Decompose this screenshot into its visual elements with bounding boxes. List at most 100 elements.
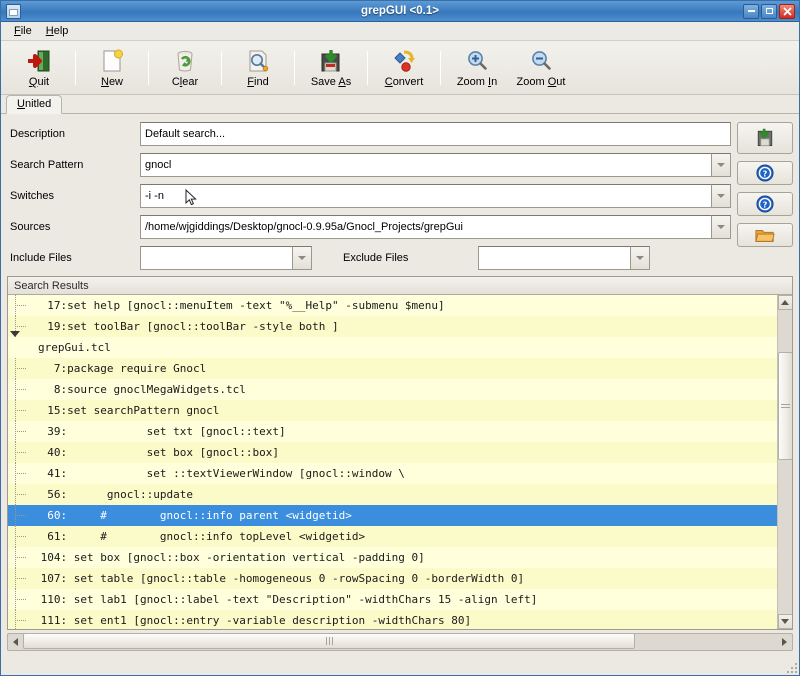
toolbar-zoom-out-label: Zoom Out bbox=[516, 76, 566, 88]
chevron-right-icon bbox=[782, 638, 787, 646]
save-as-icon bbox=[318, 48, 344, 74]
toolbar-zoom-in-button[interactable]: Zoom In bbox=[445, 43, 509, 93]
search-pattern-help-button[interactable]: ? bbox=[737, 161, 793, 185]
toolbar-zoom-out-button[interactable]: Zoom Out bbox=[509, 43, 573, 93]
exclude-files-combo[interactable] bbox=[478, 246, 650, 270]
chevron-down-icon bbox=[717, 225, 725, 229]
chevron-down-icon bbox=[781, 619, 789, 624]
horizontal-scroll-track[interactable] bbox=[23, 633, 777, 651]
results-horizontal-scrollbar[interactable] bbox=[7, 633, 793, 651]
menu-help[interactable]: Help bbox=[39, 23, 76, 39]
sources-dropdown-button[interactable] bbox=[711, 215, 731, 239]
save-as-side-button[interactable] bbox=[737, 122, 793, 154]
tree-expander-cell[interactable] bbox=[8, 331, 30, 358]
result-group-row[interactable]: grepGui.tcl bbox=[8, 331, 777, 358]
toolbar-convert-button[interactable]: Convert bbox=[372, 43, 436, 93]
vertical-scroll-track[interactable] bbox=[777, 310, 792, 614]
switches-dropdown-button[interactable] bbox=[711, 184, 731, 208]
tree-guide-line bbox=[8, 400, 30, 421]
menu-file[interactable]: File bbox=[7, 23, 39, 39]
scroll-up-button[interactable] bbox=[777, 295, 792, 310]
exclude-files-input[interactable] bbox=[478, 246, 630, 270]
sources-label: Sources bbox=[10, 221, 51, 233]
switches-combo[interactable]: -i -n bbox=[140, 184, 731, 208]
description-input[interactable]: Default search... bbox=[140, 122, 731, 146]
grepgui-window: grepGUI <0.1> File Help Quit New Clear F… bbox=[0, 0, 800, 676]
sources-combo[interactable]: /home/wjgiddings/Desktop/gnocl-0.9.95a/G… bbox=[140, 215, 731, 239]
tree-guide-line bbox=[8, 505, 30, 526]
scroll-grip-icon bbox=[780, 402, 790, 410]
result-row[interactable]: 39: set txt [gnocl::text] bbox=[8, 421, 777, 442]
exclude-files-dropdown-button[interactable] bbox=[630, 246, 650, 270]
help-icon: ? bbox=[756, 164, 774, 182]
expander-triangle-icon[interactable] bbox=[10, 331, 20, 350]
result-row-text: 61: # gnocl::info topLevel <widgetid> bbox=[34, 530, 366, 543]
result-row[interactable]: 40: set box [gnocl::box] bbox=[8, 442, 777, 463]
result-row[interactable]: 110: set lab1 [gnocl::label -text "Descr… bbox=[8, 589, 777, 610]
toolbar-clear-button[interactable]: Clear bbox=[153, 43, 217, 93]
result-row-text: 40: set box [gnocl::box] bbox=[34, 446, 280, 459]
switches-label: Switches bbox=[10, 190, 55, 202]
result-row[interactable]: 111: set ent1 [gnocl::entry -variable de… bbox=[8, 610, 777, 629]
horizontal-scroll-thumb[interactable] bbox=[23, 633, 635, 649]
toolbar-save-as-mnemonic: A bbox=[338, 76, 346, 88]
maximize-icon bbox=[765, 8, 773, 14]
window-controls bbox=[743, 3, 796, 19]
clear-icon bbox=[172, 48, 198, 74]
close-button[interactable] bbox=[779, 3, 795, 19]
vertical-scroll-thumb[interactable] bbox=[777, 352, 792, 460]
result-row[interactable]: 19:set toolBar [gnocl::toolBar -style bo… bbox=[8, 316, 777, 337]
sources-input[interactable]: /home/wjgiddings/Desktop/gnocl-0.9.95a/G… bbox=[140, 215, 711, 239]
scroll-right-button[interactable] bbox=[777, 635, 792, 650]
search-pattern-input[interactable]: gnocl bbox=[140, 153, 711, 177]
browse-sources-button[interactable] bbox=[737, 223, 793, 247]
description-row: Description Default search... bbox=[7, 122, 731, 146]
result-row[interactable]: 7:package require Gnocl bbox=[8, 358, 777, 379]
toolbar-new-button[interactable]: New bbox=[80, 43, 144, 93]
toolbar-find-button[interactable]: Find bbox=[226, 43, 290, 93]
results-vertical-scrollbar[interactable] bbox=[777, 295, 792, 629]
scroll-down-button[interactable] bbox=[777, 614, 792, 629]
result-row[interactable]: 56: gnocl::update bbox=[8, 484, 777, 505]
result-row[interactable]: 107: set table [gnocl::table -homogeneou… bbox=[8, 568, 777, 589]
result-row[interactable]: 61: # gnocl::info topLevel <widgetid> bbox=[8, 526, 777, 547]
search-pattern-combo[interactable]: gnocl bbox=[140, 153, 731, 177]
switches-help-button[interactable]: ? bbox=[737, 192, 793, 216]
toolbar-separator bbox=[294, 51, 295, 85]
tab-unitled[interactable]: Unitled bbox=[6, 95, 63, 114]
tree-guide-line bbox=[8, 358, 30, 379]
menu-file-label: ile bbox=[20, 25, 32, 37]
include-files-input[interactable] bbox=[140, 246, 292, 270]
window-icon bbox=[6, 3, 21, 19]
result-row[interactable]: 60: # gnocl::info parent <widgetid> bbox=[8, 505, 777, 526]
zoom-out-icon bbox=[528, 48, 554, 74]
result-row[interactable]: 17:set help [gnocl::menuItem -text "%__H… bbox=[8, 295, 777, 316]
toolbar-quit-label: Quit bbox=[28, 76, 50, 88]
result-row[interactable]: 41: set ::textViewerWindow [gnocl::windo… bbox=[8, 463, 777, 484]
result-row[interactable]: 8:source gnoclMegaWidgets.tcl bbox=[8, 379, 777, 400]
search-pattern-dropdown-button[interactable] bbox=[711, 153, 731, 177]
maximize-button[interactable] bbox=[761, 3, 777, 19]
titlebar: grepGUI <0.1> bbox=[1, 1, 799, 22]
switches-row: Switches -i -n bbox=[7, 184, 731, 208]
result-row-text: 60: # gnocl::info parent <widgetid> bbox=[34, 509, 352, 522]
toolbar-quit-button[interactable]: Quit bbox=[7, 43, 71, 93]
include-files-combo[interactable] bbox=[140, 246, 312, 270]
minimize-icon bbox=[747, 10, 755, 12]
search-results-list[interactable]: 17:set help [gnocl::menuItem -text "%__H… bbox=[8, 295, 777, 629]
switches-input[interactable]: -i -n bbox=[140, 184, 711, 208]
result-row-text: 17:set help [gnocl::menuItem -text "%__H… bbox=[34, 299, 445, 312]
resize-grip-icon[interactable] bbox=[785, 661, 797, 673]
minimize-button[interactable] bbox=[743, 3, 759, 19]
result-row-text: grepGui.tcl bbox=[38, 341, 111, 354]
scroll-left-button[interactable] bbox=[8, 635, 23, 650]
result-row[interactable]: 15:set searchPattern gnocl bbox=[8, 400, 777, 421]
result-row-text: 107: set table [gnocl::table -homogeneou… bbox=[34, 572, 525, 585]
include-files-dropdown-button[interactable] bbox=[292, 246, 312, 270]
window-title: grepGUI <0.1> bbox=[361, 5, 439, 17]
toolbar-separator bbox=[75, 51, 76, 85]
result-row-text: 41: set ::textViewerWindow [gnocl::windo… bbox=[34, 467, 405, 480]
mouse-cursor-icon bbox=[185, 189, 197, 206]
result-row[interactable]: 104: set box [gnocl::box -orientation ve… bbox=[8, 547, 777, 568]
toolbar-save-as-button[interactable]: Save As bbox=[299, 43, 363, 93]
